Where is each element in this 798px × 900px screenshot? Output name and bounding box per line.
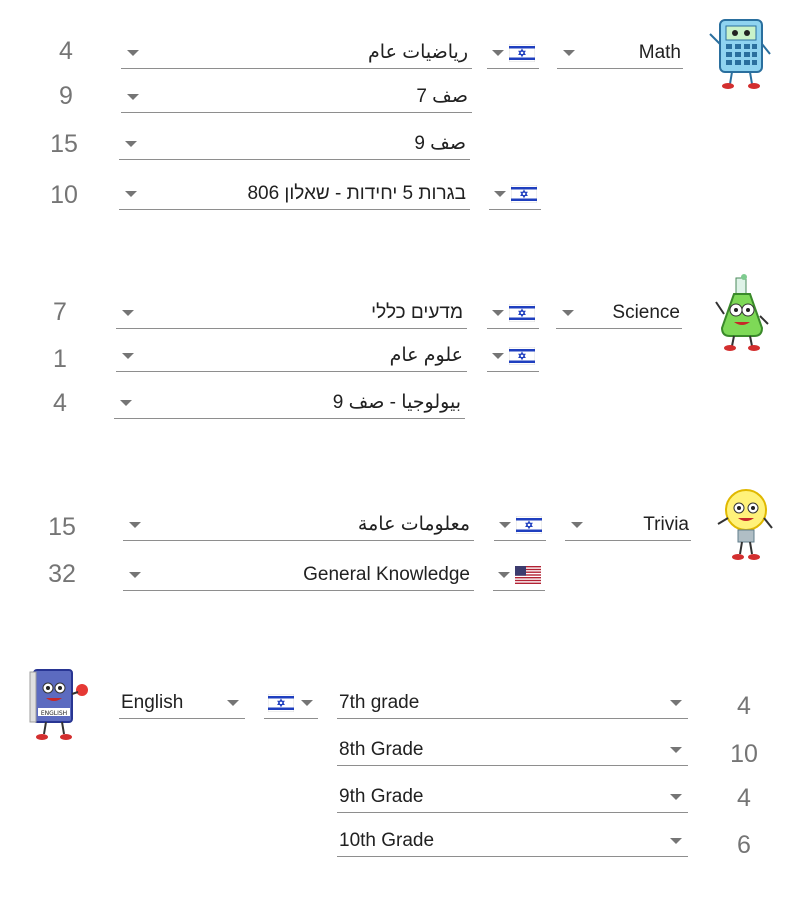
chevron-down-icon <box>494 191 506 197</box>
language-dropdown-science[interactable] <box>487 297 539 329</box>
trivia-lightbulb-mascot-icon <box>717 489 773 560</box>
chevron-down-icon <box>127 94 139 100</box>
subject-label: Math <box>638 42 681 63</box>
subject-dropdown-math[interactable]: Math <box>557 37 683 69</box>
topic-label: علوم عام <box>389 345 463 366</box>
chevron-down-icon <box>670 700 682 706</box>
trivia-row-count: 15 <box>48 513 76 541</box>
english-topic-dropdown[interactable]: 7th grade <box>337 687 688 719</box>
subject-dropdown-english[interactable]: English <box>119 687 245 719</box>
subject-label: Trivia <box>643 514 689 535</box>
subject-label: Science <box>612 302 680 323</box>
topic-label: General Knowledge <box>303 564 470 585</box>
science-row-count: 4 <box>53 389 67 417</box>
chevron-down-icon <box>122 310 134 316</box>
chevron-down-icon <box>670 838 682 844</box>
science-row-count: 1 <box>53 345 67 373</box>
chevron-down-icon <box>670 747 682 753</box>
chevron-down-icon <box>125 141 137 147</box>
israel-flag-icon <box>509 304 535 322</box>
math-row-count: 4 <box>59 37 73 65</box>
math-topic-dropdown[interactable]: صف 9 <box>119 128 470 160</box>
chevron-down-icon <box>492 353 504 359</box>
chevron-down-icon <box>563 50 575 56</box>
english-book-mascot-icon: ENGLISH <box>29 669 88 740</box>
language-dropdown-math[interactable] <box>487 37 539 69</box>
math-row-count: 10 <box>50 181 78 209</box>
chevron-down-icon <box>499 522 511 528</box>
subject-dropdown-science[interactable]: Science <box>556 297 682 329</box>
chevron-down-icon <box>129 572 141 578</box>
israel-flag-icon <box>509 44 535 62</box>
topic-label: صف 7 <box>416 86 468 107</box>
english-topic-dropdown[interactable]: 9th Grade <box>337 781 688 813</box>
english-row-count: 4 <box>737 692 751 720</box>
chevron-down-icon <box>492 310 504 316</box>
us-flag-icon <box>515 566 541 584</box>
english-row-count: 6 <box>737 831 751 859</box>
chevron-down-icon <box>562 310 574 316</box>
trivia-row-count: 32 <box>48 560 76 588</box>
israel-flag-icon <box>511 185 537 203</box>
topic-label: מדעים כללי <box>371 302 463 323</box>
topic-label: بيولوجيا - صف 9 <box>332 392 461 413</box>
chevron-down-icon <box>227 700 239 706</box>
chevron-down-icon <box>571 522 583 528</box>
math-row-count: 15 <box>50 130 78 158</box>
english-topic-dropdown[interactable]: 10th Grade <box>337 825 688 857</box>
language-dropdown-english[interactable] <box>264 687 318 719</box>
chevron-down-icon <box>129 522 141 528</box>
math-topic-dropdown[interactable]: בגרות 5 יחידות - שאלון 806 <box>119 178 470 210</box>
science-topic-dropdown[interactable]: علوم عام <box>116 340 467 372</box>
language-dropdown-trivia-row[interactable] <box>493 559 545 591</box>
math-calculator-mascot-icon <box>709 19 771 89</box>
topic-label: 9th Grade <box>339 786 424 807</box>
language-dropdown-science-row[interactable] <box>487 340 539 372</box>
language-dropdown-trivia[interactable] <box>494 509 546 541</box>
math-topic-dropdown[interactable]: رياضيات عام <box>121 37 472 69</box>
topic-label: 8th Grade <box>339 739 424 760</box>
science-topic-dropdown[interactable]: بيولوجيا - صف 9 <box>114 387 465 419</box>
topic-label: בגרות 5 יחידות - שאלון 806 <box>247 183 466 204</box>
israel-flag-icon <box>509 347 535 365</box>
topic-label: 10th Grade <box>339 830 435 851</box>
english-topic-dropdown[interactable]: 8th Grade <box>337 734 688 766</box>
topic-label: 7th grade <box>339 692 420 713</box>
chevron-down-icon <box>498 572 510 578</box>
israel-flag-icon <box>268 694 294 712</box>
topic-label: صف 9 <box>414 133 466 154</box>
trivia-topic-dropdown[interactable]: معلومات عامة <box>123 509 474 541</box>
english-row-count: 10 <box>730 740 758 768</box>
svg-text:ENGLISH: ENGLISH <box>41 710 67 717</box>
subject-label: English <box>121 692 184 713</box>
trivia-topic-dropdown[interactable]: General Knowledge <box>123 559 474 591</box>
chevron-down-icon <box>122 353 134 359</box>
english-row-count: 4 <box>737 784 751 812</box>
chevron-down-icon <box>127 50 139 56</box>
chevron-down-icon <box>301 700 313 706</box>
topic-label: رياضيات عام <box>368 42 468 63</box>
language-dropdown-math-row[interactable] <box>489 178 541 210</box>
science-topic-dropdown[interactable]: מדעים כללי <box>116 297 467 329</box>
chevron-down-icon <box>492 50 504 56</box>
science-row-count: 7 <box>53 298 67 326</box>
math-topic-dropdown[interactable]: صف 7 <box>121 81 472 113</box>
israel-flag-icon <box>516 516 542 534</box>
math-row-count: 9 <box>59 82 73 110</box>
chevron-down-icon <box>670 794 682 800</box>
chevron-down-icon <box>120 400 132 406</box>
chevron-down-icon <box>125 191 137 197</box>
science-flask-mascot-icon <box>715 274 769 351</box>
subject-dropdown-trivia[interactable]: Trivia <box>565 509 691 541</box>
topic-label: معلومات عامة <box>357 514 470 535</box>
